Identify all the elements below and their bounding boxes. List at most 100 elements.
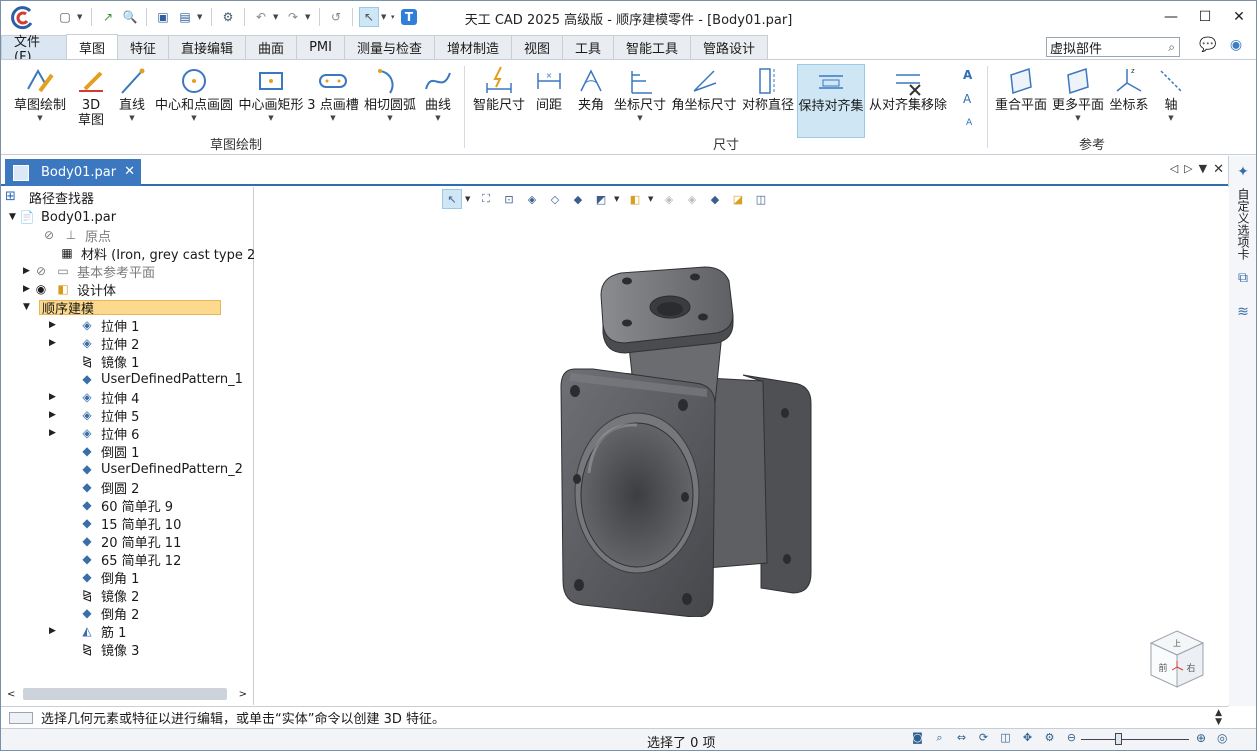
- expand-icon[interactable]: ▶: [49, 410, 59, 420]
- expand-icon[interactable]: ▶: [49, 320, 59, 330]
- tree-item-feature[interactable]: ▶ ◈ 拉伸 6: [49, 424, 139, 443]
- close-tab-icon[interactable]: ✕: [124, 164, 135, 179]
- viewcube-right-label[interactable]: 右: [1186, 662, 1195, 674]
- redo-icon[interactable]: ↷: [283, 7, 303, 27]
- zoom-slider[interactable]: [1081, 733, 1189, 745]
- font-size-up-icon[interactable]: A: [963, 92, 971, 106]
- tab-direct-edit[interactable]: 直接编辑: [168, 35, 247, 59]
- new-dropdown-icon[interactable]: ▼: [77, 13, 85, 21]
- fit-view-icon[interactable]: ⛶: [476, 189, 496, 209]
- tree-item-feature[interactable]: ▶ ◈ 拉伸 2: [49, 334, 139, 353]
- tree-item-feature[interactable]: ▶ ◈ 拉伸 1: [49, 316, 139, 335]
- undo-dropdown-icon[interactable]: ▼: [273, 13, 281, 21]
- dropdown-arrow-icon[interactable]: ▼: [129, 114, 134, 122]
- tree-item-feature[interactable]: ◆ 15 简单孔 10: [79, 514, 181, 533]
- rectangle-button[interactable]: 中心画矩形 ▼: [238, 64, 304, 134]
- circle-button[interactable]: 中心和点画圆 ▼: [155, 64, 233, 134]
- minimize-icon[interactable]: —: [1154, 1, 1188, 33]
- repeat-icon[interactable]: ↺: [326, 7, 346, 27]
- dropdown-arrow-icon[interactable]: ▼: [268, 114, 273, 122]
- viewcube-top-label[interactable]: 上: [1173, 639, 1181, 648]
- tree-item-design-body[interactable]: ▶ ◉ ◧ 设计体: [23, 280, 116, 299]
- dropdown-arrow-icon[interactable]: ▼: [387, 114, 392, 122]
- tab-scroll-left-icon[interactable]: ◁: [1170, 162, 1178, 177]
- tree-item-feature[interactable]: ◆ 倒圆 1: [79, 442, 139, 461]
- custom-tab-label[interactable]: 自定义选项卡: [1235, 188, 1252, 260]
- angular-coordinate-button[interactable]: 角坐标尺寸: [670, 64, 738, 134]
- dropdown-arrow-icon[interactable]: ▼: [1075, 114, 1080, 122]
- zoom-out-icon[interactable]: ⊖: [1063, 731, 1080, 748]
- tree-item-feature[interactable]: ⧎ 镜像 2: [79, 586, 139, 605]
- close-document-icon[interactable]: ✕: [1213, 162, 1224, 177]
- app-logo-icon[interactable]: [9, 5, 35, 31]
- dropdown-arrow-icon[interactable]: ▼: [1168, 114, 1173, 122]
- view-settings-icon[interactable]: ⚙: [1041, 731, 1058, 748]
- tab-pmi[interactable]: PMI: [296, 35, 345, 59]
- puzzle-icon[interactable]: ✦: [1234, 164, 1252, 182]
- new-file-icon[interactable]: ▢: [55, 7, 75, 27]
- zoom-in-icon[interactable]: ⊕: [1196, 731, 1206, 745]
- tab-sketch[interactable]: 草图: [66, 34, 119, 59]
- symmetric-diameter-button[interactable]: 对称直径: [741, 64, 795, 134]
- tree-item-feature[interactable]: ◆ 20 简单孔 11: [79, 532, 181, 551]
- tree-item-feature[interactable]: ◆ 倒圆 2: [79, 478, 139, 497]
- smart-dimension-button[interactable]: 智能尺寸: [471, 64, 527, 134]
- undo-icon[interactable]: ↶: [251, 7, 271, 27]
- collapse-icon[interactable]: ▼: [9, 212, 19, 222]
- tree-item-feature[interactable]: ⧎ 镜像 1: [79, 352, 139, 371]
- close-icon[interactable]: ✕: [1222, 1, 1256, 33]
- zoom-slider-knob[interactable]: [1115, 733, 1122, 745]
- search-icon[interactable]: ⌕: [1168, 40, 1175, 55]
- coordinate-system-button[interactable]: z 坐标系: [1107, 64, 1151, 134]
- tab-measure[interactable]: 测量与检查: [343, 35, 435, 59]
- tree-item-sequential[interactable]: ▼ 顺序建模: [23, 298, 221, 317]
- pan-cube-icon[interactable]: ◫: [997, 731, 1014, 748]
- expand-icon[interactable]: ▶: [49, 338, 59, 348]
- tab-list-icon[interactable]: ▼: [1199, 162, 1207, 177]
- tree-item-feature[interactable]: ▶ ◭ 筋 1: [49, 622, 126, 641]
- render-icon[interactable]: ◆: [705, 189, 725, 209]
- text-style-icon[interactable]: A: [963, 68, 972, 82]
- qat-customize-icon[interactable]: ▾: [391, 13, 399, 21]
- slot-button[interactable]: 3 点画槽 ▼: [307, 64, 359, 134]
- pan-icon[interactable]: ✥: [1019, 731, 1036, 748]
- 3d-sketch-button[interactable]: 3D 草图: [73, 64, 109, 134]
- appearance-icon[interactable]: ◪: [728, 189, 748, 209]
- tree-item-feature[interactable]: ◆ UserDefinedPattern_1: [79, 370, 242, 388]
- rotate-icon[interactable]: ⟳: [975, 731, 992, 748]
- prompt-scroll-icon[interactable]: ▲ ▼: [1215, 709, 1222, 727]
- tree-item-feature[interactable]: ◆ 60 简单孔 9: [79, 496, 173, 515]
- coordinate-dimension-button[interactable]: 坐标尺寸 ▼: [613, 64, 667, 134]
- axis-button[interactable]: 轴 ▼: [1153, 64, 1189, 134]
- viewcube-front-label[interactable]: 前: [1158, 662, 1167, 674]
- zoom-icon[interactable]: ⌕: [931, 731, 948, 748]
- tab-additive[interactable]: 增材制造: [433, 35, 512, 59]
- maximize-icon[interactable]: ☐: [1188, 1, 1222, 33]
- scrollbar-thumb[interactable]: [23, 688, 227, 700]
- fit-width-icon[interactable]: ⇔: [953, 731, 970, 748]
- coincident-plane-button[interactable]: 重合平面: [994, 64, 1048, 134]
- previous-view-icon[interactable]: ◈: [682, 189, 702, 209]
- display-mode-icon[interactable]: ◩: [591, 189, 611, 209]
- tree-item-body[interactable]: ▼ 📄 Body01.par: [9, 208, 116, 226]
- layers-view-icon[interactable]: ◫: [751, 189, 771, 209]
- distance-button[interactable]: × 间距: [531, 64, 567, 134]
- dropdown-arrow-icon[interactable]: ▼: [330, 114, 335, 122]
- expand-icon[interactable]: ▶: [49, 428, 59, 438]
- scroll-left-icon[interactable]: <: [7, 689, 15, 700]
- remove-aligned-set-button[interactable]: 从对齐集移除: [867, 64, 949, 134]
- open-icon[interactable]: ↗: [98, 7, 118, 27]
- section-view-icon[interactable]: ◆: [568, 189, 588, 209]
- valve-body-model[interactable]: [555, 263, 821, 617]
- tree-item-origin[interactable]: ⊘ ⊥ 原点: [41, 226, 111, 245]
- named-view-icon[interactable]: ◈: [659, 189, 679, 209]
- help-icon[interactable]: ◉: [1226, 37, 1246, 57]
- scroll-right-icon[interactable]: >: [239, 689, 247, 700]
- expand-icon[interactable]: ▶: [49, 392, 59, 402]
- shaded-view-icon[interactable]: ◈: [522, 189, 542, 209]
- wireframe-view-icon[interactable]: ◇: [545, 189, 565, 209]
- font-size-down-icon[interactable]: A: [966, 118, 972, 128]
- select-tool-icon[interactable]: ↖: [442, 189, 462, 209]
- line-button[interactable]: 直线 ▼: [115, 64, 149, 134]
- more-planes-button[interactable]: 更多平面 ▼: [1051, 64, 1105, 134]
